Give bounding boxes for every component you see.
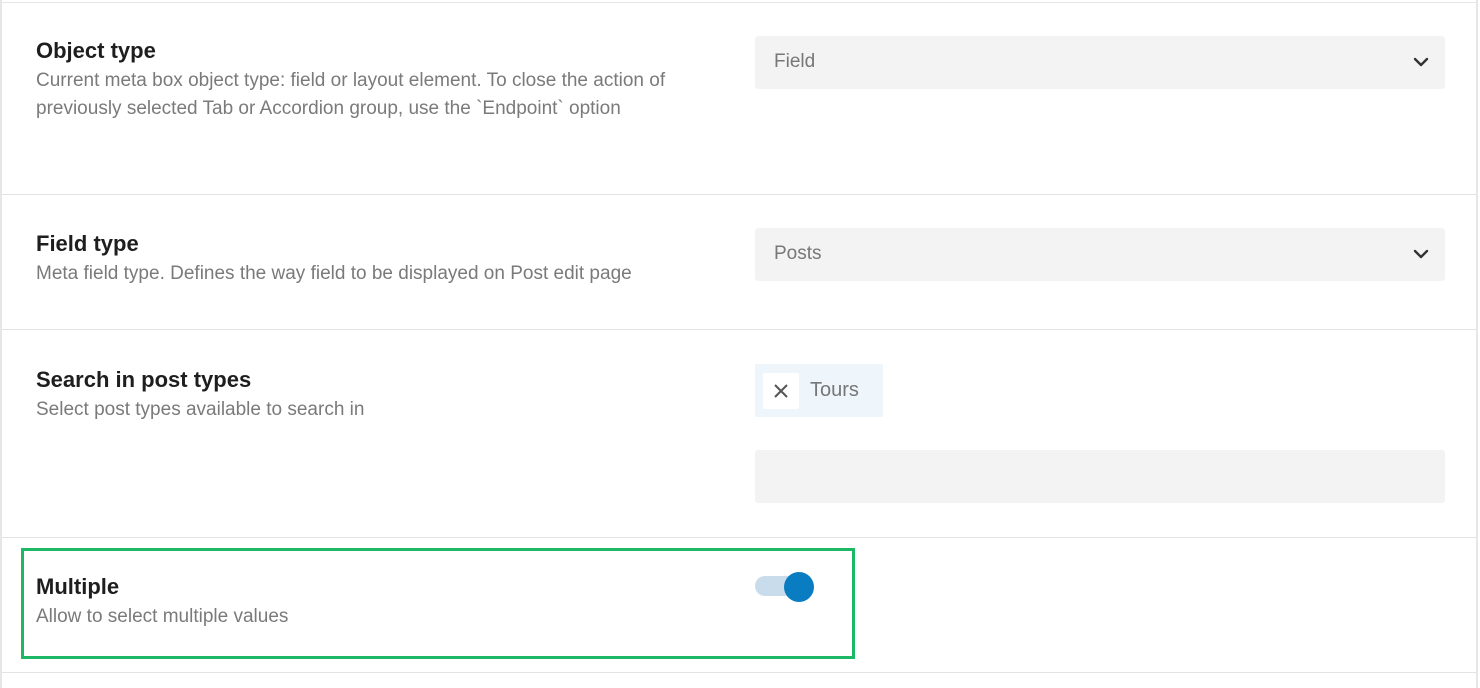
search-post-types-row: Search in post types Select post types a…: [2, 329, 1476, 538]
tag-remove-button[interactable]: [763, 373, 799, 409]
chevron-down-icon: [1413, 57, 1429, 67]
search-post-types-description: Select post types available to search in: [36, 399, 365, 420]
field-type-row: Field type Meta field type. Defines the …: [2, 194, 1476, 330]
object-type-select[interactable]: Field: [755, 36, 1445, 89]
field-type-label-group: Field type Meta field type. Defines the …: [36, 230, 736, 288]
post-types-search-input[interactable]: [755, 450, 1445, 503]
object-type-description: Current meta box object type: field or l…: [36, 70, 666, 119]
object-type-row: Object type Current meta box object type…: [2, 0, 1476, 195]
object-type-label-group: Object type Current meta box object type…: [36, 37, 736, 123]
tag-label: Tours: [810, 379, 859, 401]
object-type-title: Object type: [36, 38, 156, 63]
field-type-select[interactable]: Posts: [755, 228, 1445, 281]
post-type-tag-tours: Tours: [755, 364, 883, 417]
close-icon: [774, 384, 788, 398]
search-post-types-title: Search in post types: [36, 367, 252, 392]
object-type-selected-value: Field: [774, 51, 816, 72]
field-type-selected-value: Posts: [774, 243, 822, 264]
field-type-title: Field type: [36, 231, 139, 256]
field-type-description: Meta field type. Defines the way field t…: [36, 263, 632, 284]
meta-field-settings-panel: Object type Current meta box object type…: [0, 0, 1478, 688]
highlight-box: [21, 548, 855, 659]
chevron-down-icon: [1413, 249, 1429, 259]
search-post-types-label-group: Search in post types Select post types a…: [36, 366, 736, 424]
